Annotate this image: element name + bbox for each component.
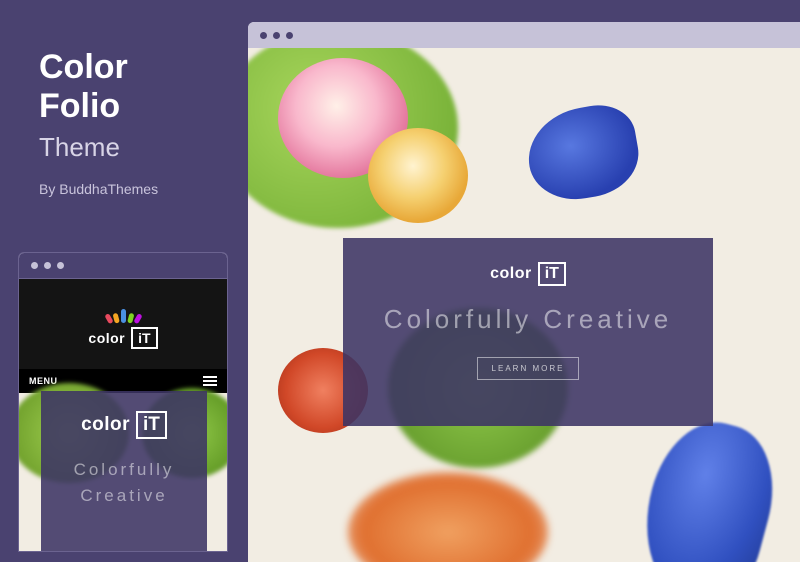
learn-more-button[interactable]: LEARN MORE: [477, 357, 580, 380]
window-dot-icon: [286, 32, 293, 39]
logo-suffix: iT: [136, 411, 167, 439]
burst-icon: [106, 299, 140, 323]
logo: color iT: [490, 262, 566, 286]
window-dot-icon: [260, 32, 267, 39]
theme-info: Color Folio Theme By BuddhaThemes: [39, 48, 158, 197]
hero-tagline: Colorfully Creative: [363, 304, 693, 335]
window-dot-icon: [273, 32, 280, 39]
logo-prefix: color: [88, 330, 125, 346]
title-line-2: Folio: [39, 87, 120, 125]
hero-card: color iT Colorfully Creative: [41, 391, 207, 551]
title-line-1: Color: [39, 48, 128, 86]
logo: color iT: [88, 327, 157, 349]
mobile-site-header: color iT: [19, 279, 227, 369]
logo: color iT: [81, 411, 167, 439]
desktop-preview-window: color iT Colorfully Creative LEARN MORE: [248, 22, 800, 562]
window-dot-icon: [57, 262, 64, 269]
theme-subtitle: Theme: [39, 132, 158, 163]
window-dot-icon: [44, 262, 51, 269]
mobile-preview-window: color iT MENU color iT Colorfully Creati…: [18, 252, 228, 552]
window-dot-icon: [31, 262, 38, 269]
logo-suffix: iT: [538, 262, 566, 286]
logo-prefix: color: [490, 265, 532, 283]
logo-suffix: iT: [131, 327, 157, 349]
hero-tagline: Colorfully Creative: [51, 457, 197, 508]
logo-prefix: color: [81, 414, 130, 436]
theme-title: Color Folio: [39, 48, 158, 126]
window-titlebar: [248, 22, 800, 48]
theme-byline: By BuddhaThemes: [39, 181, 158, 197]
desktop-content: color iT Colorfully Creative LEARN MORE: [248, 48, 800, 562]
window-titlebar: [19, 253, 227, 279]
hamburger-icon[interactable]: [203, 376, 217, 386]
hero-card: color iT Colorfully Creative LEARN MORE: [343, 238, 713, 426]
mobile-content: color iT MENU color iT Colorfully Creati…: [19, 279, 227, 551]
